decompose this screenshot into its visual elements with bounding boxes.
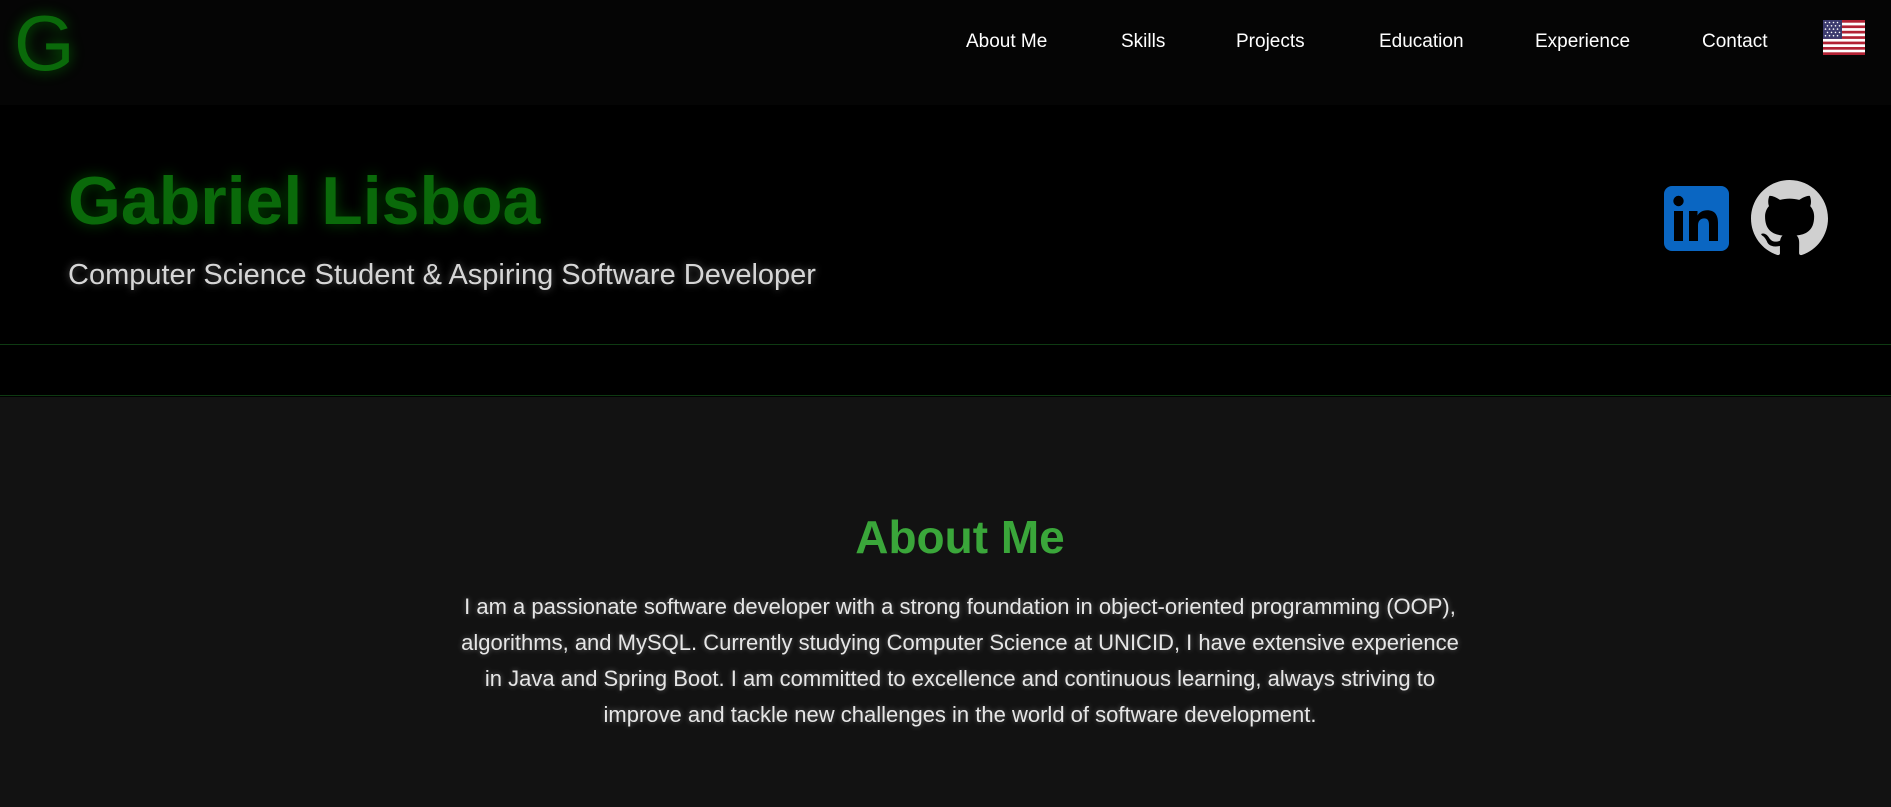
top-navbar: G About Me Skills Projects Education Exp…: [0, 0, 1891, 105]
about-section: About Me I am a passionate software deve…: [0, 397, 1891, 807]
nav-education[interactable]: Education: [1379, 28, 1464, 56]
about-title: About Me: [855, 511, 1065, 563]
hero-section: Gabriel Lisboa Computer Science Student …: [0, 105, 1891, 345]
nav-experience[interactable]: Experience: [1535, 28, 1630, 56]
hero-name: Gabriel Lisboa: [68, 163, 541, 239]
nav-projects[interactable]: Projects: [1236, 28, 1305, 56]
section-divider-band: [0, 346, 1891, 396]
linkedin-icon[interactable]: [1664, 186, 1729, 251]
nav-skills[interactable]: Skills: [1121, 28, 1165, 56]
nav-contact[interactable]: Contact: [1702, 28, 1767, 56]
hero-subtitle: Computer Science Student & Aspiring Soft…: [68, 259, 816, 291]
nav-about-me[interactable]: About Me: [966, 28, 1047, 56]
main-nav: About Me Skills Projects Education Exper…: [0, 28, 1891, 56]
about-description: I am a passionate software developer wit…: [461, 594, 1459, 727]
github-icon[interactable]: [1751, 180, 1828, 257]
us-flag-icon[interactable]: [1823, 20, 1865, 55]
